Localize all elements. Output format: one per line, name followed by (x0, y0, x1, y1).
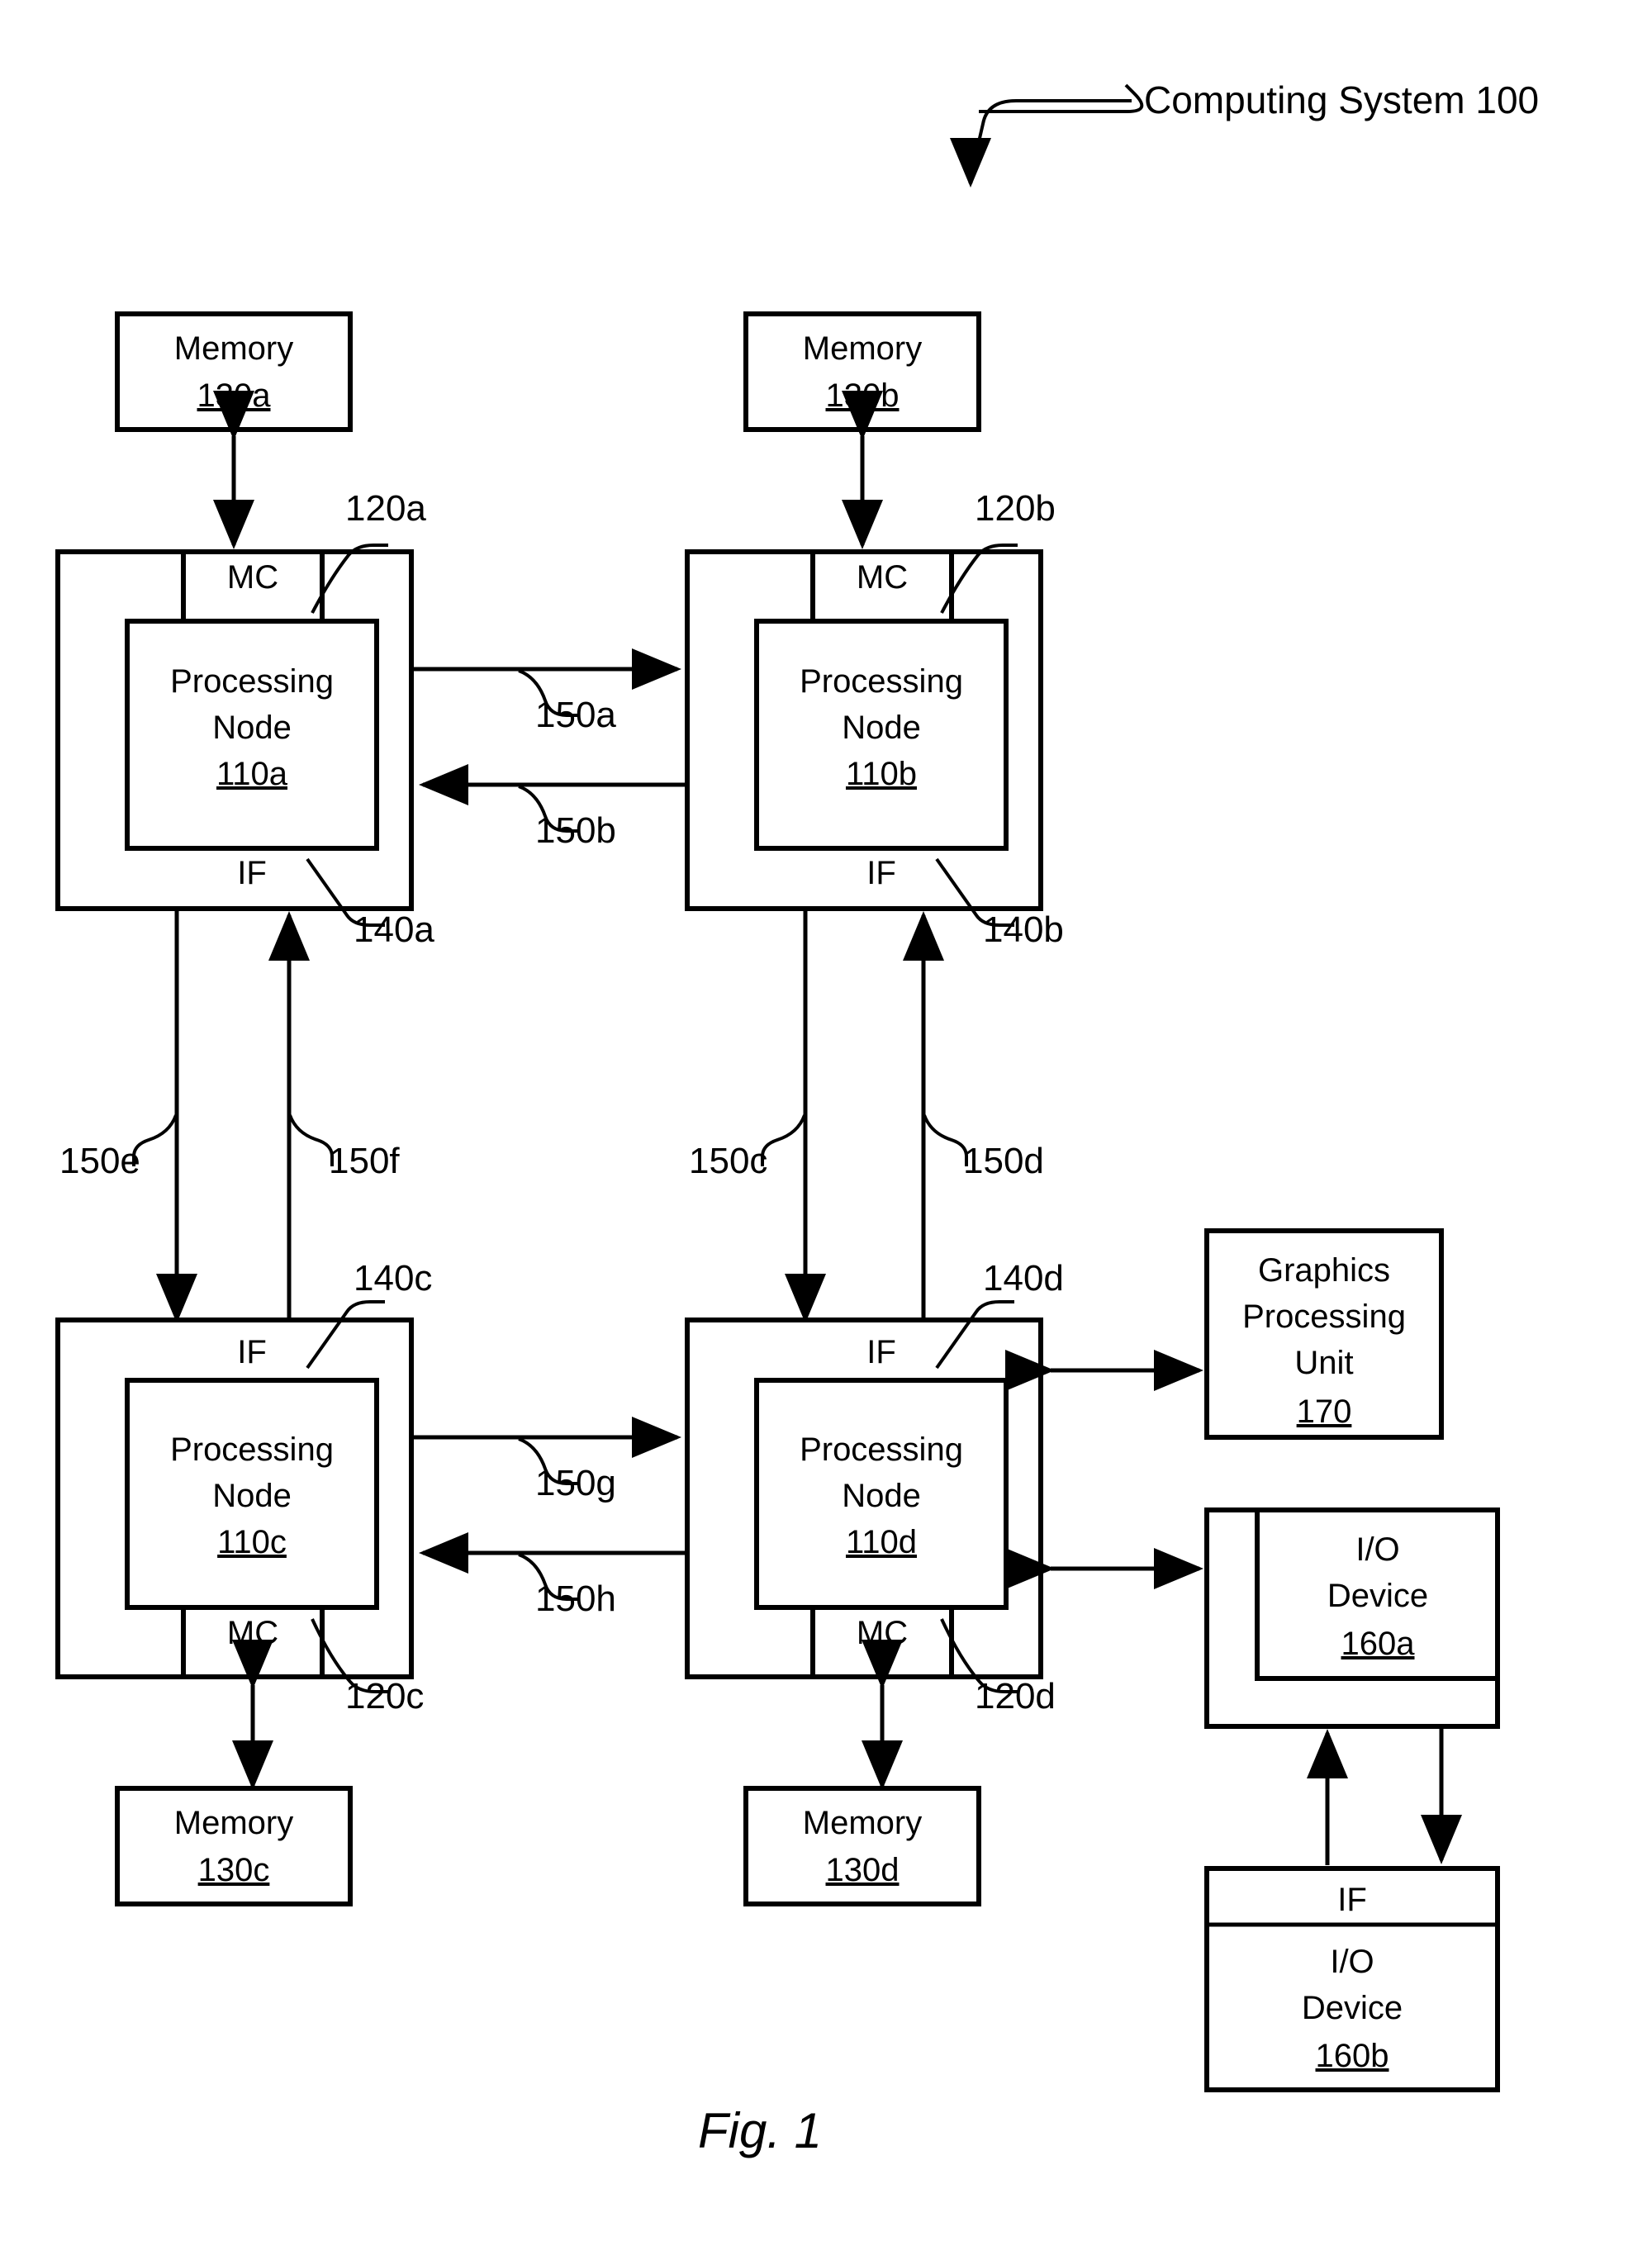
processing-node-110d-group[interactable]: MC IF Processing Node 110d 140d 120d (685, 1258, 1064, 1716)
io-device-160b-label-line2: Device (1302, 1990, 1403, 2026)
io-device-160a-ref: 160a (1341, 1626, 1416, 1662)
io-interconnect-arrows (1307, 1728, 1462, 1865)
processing-node-110a-label-line2: Node (212, 710, 292, 746)
processing-node-110d-label-line1: Processing (800, 1431, 963, 1468)
ref-140c: 140c (354, 1258, 432, 1299)
processing-node-110d-label-line2: Node (842, 1478, 921, 1514)
memory-130b-block[interactable]: Memory 130b (743, 311, 981, 432)
memory-130c-label: Memory (174, 1805, 293, 1841)
memory-130d-label: Memory (803, 1805, 922, 1841)
interface-140d-label: IF (866, 1334, 896, 1370)
memory-controller-120c-label: MC (227, 1615, 278, 1651)
processing-node-110c-label-line1: Processing (170, 1431, 334, 1468)
io-device-160b-label-line1: I/O (1330, 1944, 1374, 1980)
io-device-160a-label-line1: I/O (1355, 1531, 1399, 1568)
processing-node-110b-label-line1: Processing (800, 663, 963, 700)
figure-title: Computing System 100 (1144, 78, 1539, 121)
processing-node-110c-group[interactable]: MC IF Processing Node 110c 140c 120c (55, 1258, 432, 1716)
memory-130a-label: Memory (174, 330, 293, 367)
link-150b-group: 150b (419, 764, 687, 851)
gpu-170-label-line3: Unit (1294, 1345, 1353, 1381)
processing-node-110b-group[interactable]: MC Processing Node 110b IF 120b 140b (685, 488, 1064, 950)
ref-120d: 120d (975, 1676, 1056, 1716)
memory-controller-120d-label: MC (857, 1615, 908, 1651)
interface-140b-label: IF (866, 855, 896, 891)
figure-caption: Fig. 1 (698, 2103, 822, 2158)
memory-130b-label: Memory (803, 330, 922, 367)
interface-140a-label: IF (237, 855, 267, 891)
gpu-170-block[interactable]: Graphics Processing Unit 170 (1204, 1228, 1444, 1440)
ref-150c: 150c (689, 1141, 767, 1181)
io-device-160b-if-label: IF (1337, 1882, 1367, 1918)
gpu-170-ref: 170 (1297, 1394, 1352, 1430)
processing-node-110b-ref: 110b (846, 756, 917, 792)
patent-figure-1: Computing System 100 Memory 130a Memory … (0, 0, 1652, 2241)
ref-150h: 150h (535, 1579, 616, 1619)
processing-node-110c-label-line2: Node (212, 1478, 292, 1514)
ref-120b: 120b (975, 488, 1056, 529)
memory-130d-block[interactable]: Memory 130d (743, 1786, 981, 1906)
gpu-170-label-line1: Graphics (1258, 1252, 1390, 1289)
ref-150d: 150d (963, 1141, 1044, 1181)
memory-130b-ref: 130b (826, 377, 900, 414)
processing-node-110b-label-line2: Node (842, 710, 921, 746)
io-device-160b-ref: 160b (1316, 2038, 1389, 2074)
memory-controller-120a-label: MC (227, 559, 278, 596)
ref-140a: 140a (354, 909, 434, 950)
ref-140d: 140d (983, 1258, 1064, 1299)
ref-150f: 150f (329, 1141, 400, 1181)
memory-controller-120b-label: MC (857, 559, 908, 596)
memory-130a-block[interactable]: Memory 130a (115, 311, 353, 432)
ref-150e: 150e (59, 1141, 140, 1181)
processing-node-110c-ref: 110c (217, 1524, 287, 1560)
link-150h-group: 150h (419, 1532, 687, 1619)
ref-150a: 150a (535, 695, 616, 735)
ref-150b: 150b (535, 810, 616, 851)
link-150e-group: 150e (59, 909, 197, 1323)
processing-node-110a-group[interactable]: MC Processing Node 110a IF 120a 140a (55, 488, 434, 950)
memory-130a-ref: 130a (197, 377, 272, 414)
ref-150g: 150g (535, 1463, 616, 1503)
ref-120c: 120c (345, 1676, 424, 1716)
figure-title-group: Computing System 100 (950, 78, 1539, 188)
link-150c-group: 150c (689, 909, 826, 1323)
memory-130c-ref: 130c (198, 1852, 270, 1888)
io-device-160a-block[interactable]: I/O Device 160a (1204, 1507, 1500, 1729)
io-device-160b-block[interactable]: IF I/O Device 160b (1204, 1866, 1500, 2092)
gpu-170-label-line2: Processing (1242, 1299, 1406, 1335)
io-device-160a-label-line2: Device (1327, 1578, 1428, 1614)
memory-130d-ref: 130d (826, 1852, 900, 1888)
link-150g-group: 150g (411, 1417, 681, 1503)
link-150a-group: 150a (411, 648, 681, 735)
ref-120a: 120a (345, 488, 426, 529)
memory-130c-block[interactable]: Memory 130c (115, 1786, 353, 1906)
processing-node-110a-ref: 110a (216, 756, 288, 792)
ref-140b: 140b (983, 909, 1064, 950)
processing-node-110a-label-line1: Processing (170, 663, 334, 700)
interface-140c-label: IF (237, 1334, 267, 1370)
processing-node-110d-ref: 110d (846, 1524, 917, 1560)
